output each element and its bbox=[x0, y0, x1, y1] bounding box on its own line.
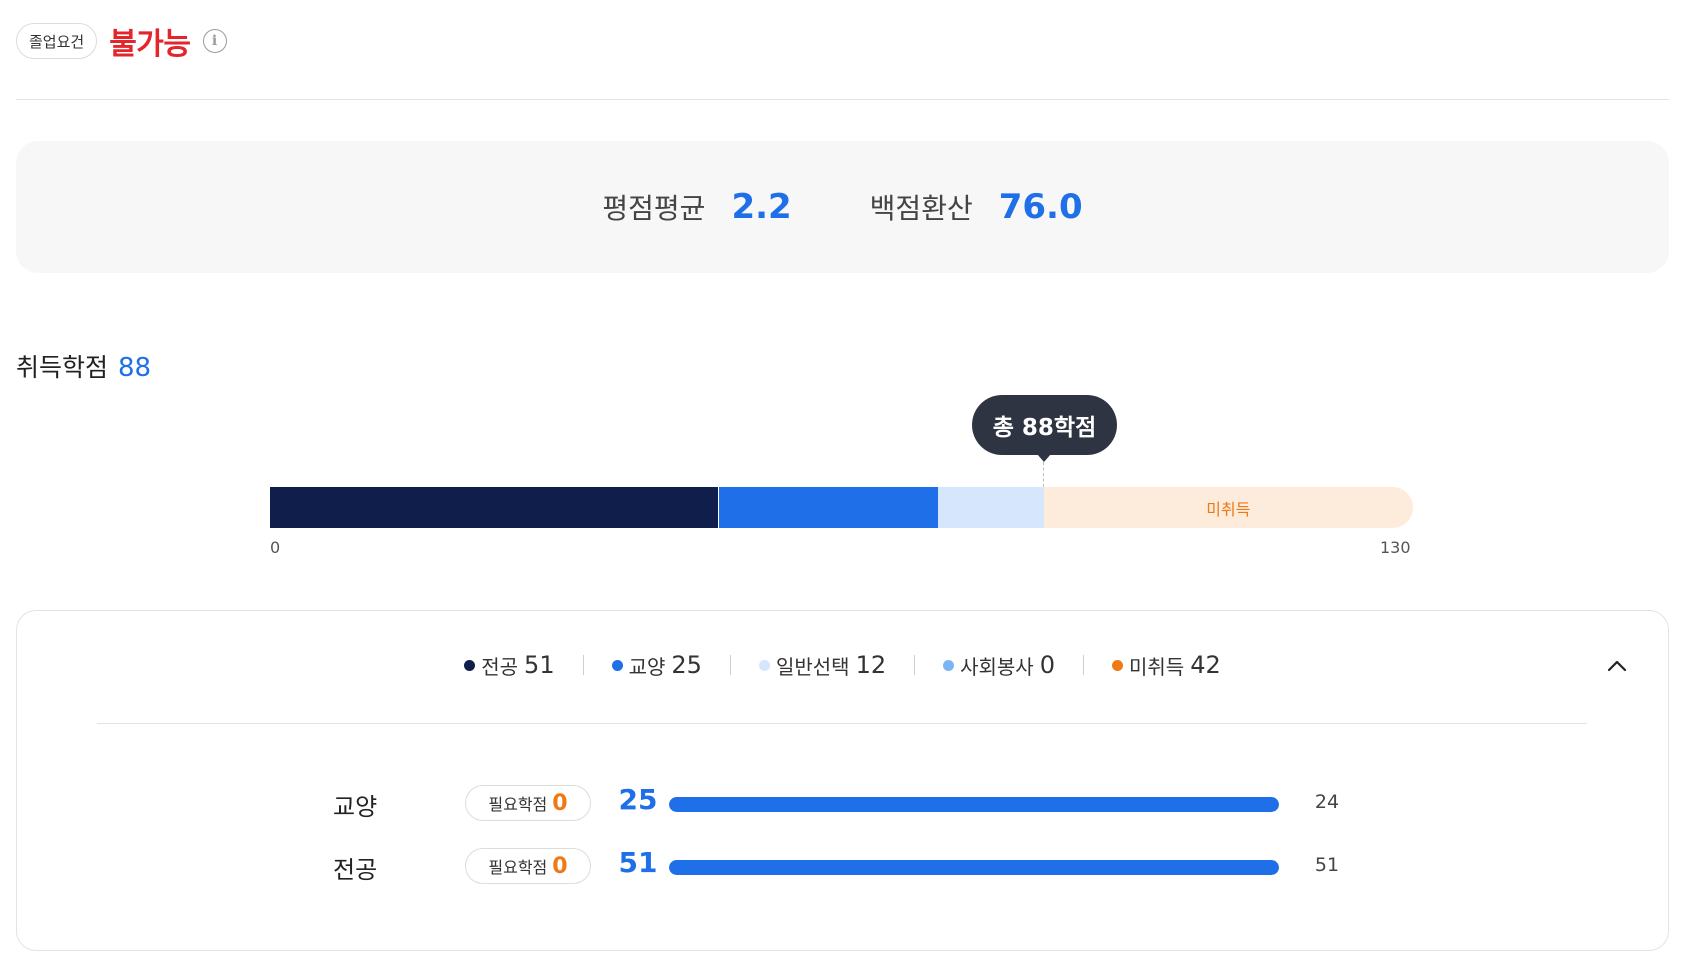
legend-item-general: 일반선택 12 bbox=[758, 651, 887, 680]
earned-credits-value: 88 bbox=[118, 353, 152, 383]
legend-dot bbox=[1112, 659, 1123, 671]
required-credits-chip: 필요학점 0 bbox=[465, 785, 591, 821]
bar-segment-liberal bbox=[718, 487, 939, 528]
legend-dot bbox=[943, 659, 955, 671]
gpa-average-label: 평점평균 bbox=[602, 192, 706, 225]
tooltip-marker-line bbox=[1043, 462, 1044, 487]
row-progress-track bbox=[669, 860, 1279, 875]
total-credits-tooltip: 총 88학점 bbox=[972, 395, 1117, 455]
detail-row-major: 전공 필요학점 0 51 51 bbox=[17, 846, 1668, 886]
legend-separator bbox=[914, 655, 916, 675]
hundred-scale-value: 76.0 bbox=[998, 187, 1083, 227]
legend-separator bbox=[1083, 655, 1084, 675]
bar-segment-general bbox=[938, 487, 1044, 528]
detail-divider bbox=[97, 723, 1587, 724]
gpa-summary-card: 평점평균 2.2 백점환산 76.0 bbox=[16, 141, 1669, 273]
legend-item-service: 사회봉사 0 bbox=[943, 651, 1055, 680]
info-circle-icon[interactable]: i bbox=[202, 29, 227, 53]
required-credits-value: 0 bbox=[552, 790, 568, 816]
credit-detail-card: 전공 51 교양 25 일반선택 12 사회봉사 0 미취득 42 교양 필요학… bbox=[16, 610, 1669, 951]
legend-label: 일반선택 bbox=[775, 654, 850, 679]
row-earned-credits: 25 bbox=[618, 783, 658, 816]
legend-value: 25 bbox=[671, 651, 702, 679]
bar-segment-major bbox=[270, 487, 719, 528]
required-credits-value: 0 bbox=[552, 853, 568, 879]
earned-credits-label: 취득학점 bbox=[16, 353, 109, 382]
tooltip-arrow bbox=[1037, 454, 1051, 462]
gpa-average-value: 2.2 bbox=[731, 187, 792, 227]
detail-row-liberal: 교양 필요학점 0 25 24 bbox=[17, 783, 1668, 823]
legend-value: 12 bbox=[855, 651, 887, 679]
credit-stacked-bar: 미취득 bbox=[270, 487, 1413, 528]
legend-value: 42 bbox=[1190, 651, 1221, 679]
required-credits-label: 필요학점 bbox=[488, 795, 548, 814]
legend-dot bbox=[758, 659, 770, 671]
row-progress-fill bbox=[669, 797, 1279, 812]
axis-max-label: 130 bbox=[1380, 538, 1411, 557]
row-earned-credits: 51 bbox=[618, 846, 658, 879]
graduation-status-row: 졸업요건 불가능 i bbox=[16, 22, 227, 62]
row-requirement: 51 bbox=[1314, 854, 1340, 876]
legend-separator bbox=[582, 655, 584, 675]
credits-page: 졸업요건 불가능 i 평점평균 2.2 백점환산 76.0 취득학점 88 총 … bbox=[0, 0, 1685, 958]
earned-credits: 취득학점 88 bbox=[16, 348, 151, 384]
legend-item-major: 전공 51 bbox=[464, 651, 555, 680]
legend-dot bbox=[611, 659, 623, 671]
legend-item-missing: 미취득 42 bbox=[1112, 651, 1221, 680]
row-progress-fill bbox=[669, 860, 1279, 875]
chevron-up-icon[interactable] bbox=[1606, 655, 1628, 677]
legend-label: 미취득 bbox=[1129, 654, 1185, 679]
hundred-scale-label: 백점환산 bbox=[869, 192, 973, 225]
legend-label: 교양 bbox=[628, 654, 666, 679]
missing-label: 미취득 bbox=[1206, 499, 1251, 519]
bar-segment-missing: 미취득 bbox=[1043, 487, 1413, 528]
row-category-name: 교양 bbox=[333, 793, 378, 821]
row-requirement: 24 bbox=[1314, 791, 1340, 813]
legend-separator bbox=[729, 655, 731, 675]
legend-value: 51 bbox=[524, 651, 555, 679]
axis-min-label: 0 bbox=[270, 538, 281, 557]
legend-item-liberal: 교양 25 bbox=[611, 651, 702, 680]
required-credits-label: 필요학점 bbox=[488, 858, 548, 877]
graduation-status: 불가능 bbox=[109, 27, 191, 62]
graduation-requirement-chip: 졸업요건 bbox=[16, 23, 98, 59]
credit-legend: 전공 51 교양 25 일반선택 12 사회봉사 0 미취득 42 bbox=[17, 647, 1668, 683]
row-category-name: 전공 bbox=[333, 856, 378, 884]
legend-value: 0 bbox=[1039, 651, 1055, 679]
header-divider bbox=[16, 99, 1669, 100]
legend-dot bbox=[464, 659, 476, 671]
legend-label: 사회봉사 bbox=[960, 654, 1034, 679]
legend-label: 전공 bbox=[481, 654, 519, 679]
required-credits-chip: 필요학점 0 bbox=[465, 848, 591, 884]
row-progress-track bbox=[669, 797, 1279, 812]
